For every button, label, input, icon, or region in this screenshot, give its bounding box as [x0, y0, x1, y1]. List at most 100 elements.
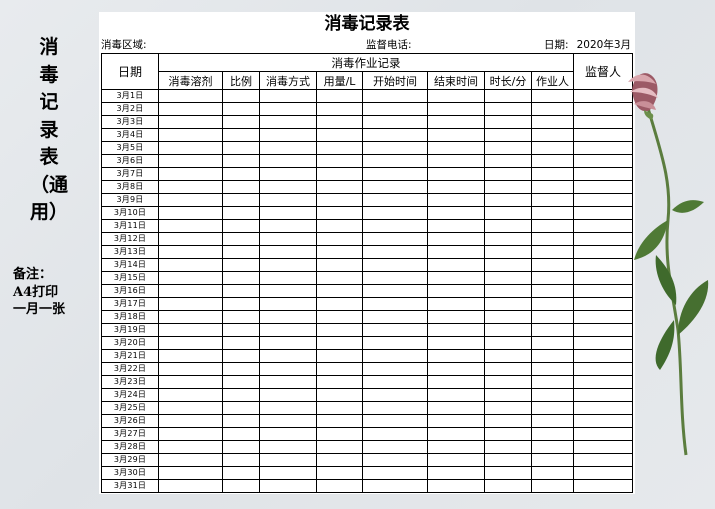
entry-cell[interactable]	[484, 219, 532, 233]
entry-cell[interactable]	[362, 323, 428, 337]
entry-cell[interactable]	[316, 349, 363, 363]
entry-cell[interactable]	[362, 297, 428, 311]
entry-cell[interactable]	[484, 271, 532, 285]
entry-cell[interactable]	[573, 479, 633, 493]
entry-cell[interactable]	[362, 180, 428, 194]
entry-cell[interactable]	[484, 206, 532, 220]
entry-cell[interactable]	[259, 141, 317, 155]
entry-cell[interactable]	[427, 258, 485, 272]
entry-cell[interactable]	[427, 466, 485, 480]
entry-cell[interactable]	[427, 102, 485, 116]
entry-cell[interactable]	[531, 206, 574, 220]
entry-cell[interactable]	[362, 284, 428, 298]
entry-cell[interactable]	[259, 427, 317, 441]
entry-cell[interactable]	[222, 284, 260, 298]
entry-cell[interactable]	[259, 310, 317, 324]
entry-cell[interactable]	[362, 440, 428, 454]
entry-cell[interactable]	[484, 310, 532, 324]
entry-cell[interactable]	[531, 323, 574, 337]
entry-cell[interactable]	[362, 219, 428, 233]
entry-cell[interactable]	[362, 141, 428, 155]
entry-cell[interactable]	[484, 193, 532, 207]
entry-cell[interactable]	[484, 167, 532, 181]
entry-cell[interactable]	[158, 89, 223, 103]
entry-cell[interactable]	[484, 141, 532, 155]
entry-cell[interactable]	[362, 206, 428, 220]
entry-cell[interactable]	[362, 310, 428, 324]
entry-cell[interactable]	[316, 375, 363, 389]
entry-cell[interactable]	[362, 401, 428, 415]
entry-cell[interactable]	[316, 323, 363, 337]
entry-cell[interactable]	[222, 440, 260, 454]
entry-cell[interactable]	[362, 388, 428, 402]
entry-cell[interactable]	[222, 180, 260, 194]
entry-cell[interactable]	[259, 232, 317, 246]
entry-cell[interactable]	[362, 89, 428, 103]
entry-cell[interactable]	[362, 258, 428, 272]
entry-cell[interactable]	[362, 193, 428, 207]
entry-cell[interactable]	[427, 167, 485, 181]
entry-cell[interactable]	[158, 271, 223, 285]
entry-cell[interactable]	[259, 349, 317, 363]
entry-cell[interactable]	[362, 115, 428, 129]
entry-cell[interactable]	[427, 219, 485, 233]
entry-cell[interactable]	[158, 401, 223, 415]
entry-cell[interactable]	[222, 258, 260, 272]
entry-cell[interactable]	[427, 479, 485, 493]
entry-cell[interactable]	[158, 245, 223, 259]
entry-cell[interactable]	[531, 375, 574, 389]
entry-cell[interactable]	[316, 258, 363, 272]
entry-cell[interactable]	[222, 167, 260, 181]
entry-cell[interactable]	[484, 245, 532, 259]
entry-cell[interactable]	[484, 128, 532, 142]
entry-cell[interactable]	[316, 89, 363, 103]
entry-cell[interactable]	[427, 453, 485, 467]
entry-cell[interactable]	[222, 219, 260, 233]
entry-cell[interactable]	[158, 193, 223, 207]
entry-cell[interactable]	[484, 388, 532, 402]
entry-cell[interactable]	[427, 271, 485, 285]
entry-cell[interactable]	[484, 401, 532, 415]
entry-cell[interactable]	[427, 349, 485, 363]
entry-cell[interactable]	[427, 115, 485, 129]
entry-cell[interactable]	[531, 245, 574, 259]
entry-cell[interactable]	[158, 453, 223, 467]
entry-cell[interactable]	[316, 141, 363, 155]
entry-cell[interactable]	[158, 232, 223, 246]
entry-cell[interactable]	[531, 336, 574, 350]
entry-cell[interactable]	[484, 362, 532, 376]
entry-cell[interactable]	[484, 232, 532, 246]
entry-cell[interactable]	[158, 180, 223, 194]
entry-cell[interactable]	[531, 466, 574, 480]
entry-cell[interactable]	[222, 141, 260, 155]
entry-cell[interactable]	[259, 180, 317, 194]
entry-cell[interactable]	[427, 89, 485, 103]
entry-cell[interactable]	[222, 154, 260, 168]
entry-cell[interactable]	[531, 271, 574, 285]
entry-cell[interactable]	[259, 362, 317, 376]
entry-cell[interactable]	[158, 297, 223, 311]
entry-cell[interactable]	[427, 141, 485, 155]
entry-cell[interactable]	[531, 115, 574, 129]
entry-cell[interactable]	[531, 479, 574, 493]
entry-cell[interactable]	[316, 362, 363, 376]
entry-cell[interactable]	[158, 427, 223, 441]
entry-cell[interactable]	[316, 427, 363, 441]
entry-cell[interactable]	[531, 284, 574, 298]
entry-cell[interactable]	[427, 388, 485, 402]
entry-cell[interactable]	[259, 323, 317, 337]
entry-cell[interactable]	[316, 115, 363, 129]
entry-cell[interactable]	[316, 284, 363, 298]
entry-cell[interactable]	[158, 206, 223, 220]
entry-cell[interactable]	[259, 375, 317, 389]
entry-cell[interactable]	[427, 362, 485, 376]
entry-cell[interactable]	[362, 362, 428, 376]
entry-cell[interactable]	[259, 167, 317, 181]
entry-cell[interactable]	[362, 102, 428, 116]
entry-cell[interactable]	[362, 427, 428, 441]
entry-cell[interactable]	[427, 245, 485, 259]
entry-cell[interactable]	[158, 375, 223, 389]
entry-cell[interactable]	[362, 271, 428, 285]
entry-cell[interactable]	[484, 440, 532, 454]
entry-cell[interactable]	[531, 89, 574, 103]
